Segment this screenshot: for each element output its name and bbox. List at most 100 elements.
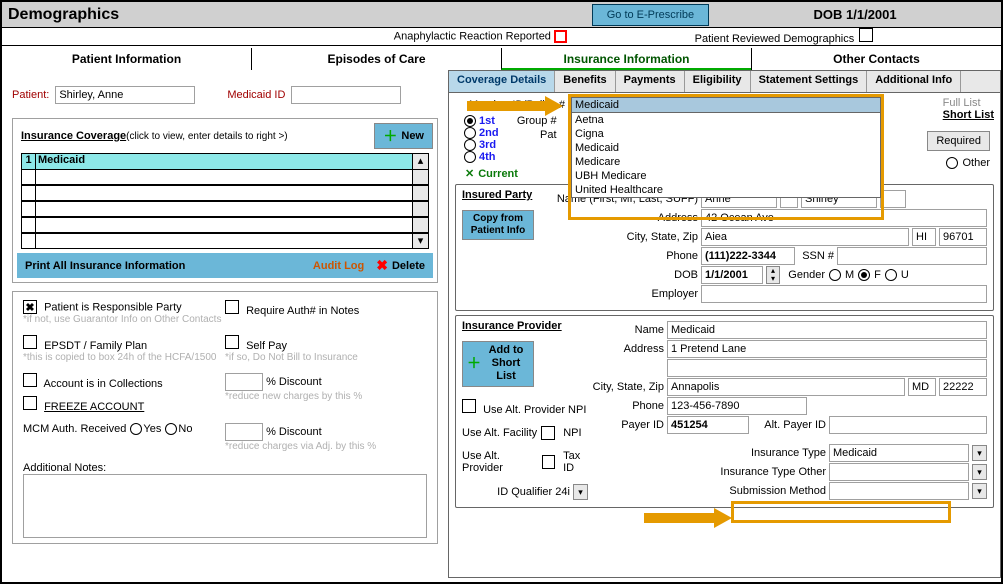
insurance-row[interactable] [21,185,429,201]
additional-notes-input[interactable] [23,474,427,538]
required-button[interactable]: Required [927,131,990,151]
alt-provider-checkbox[interactable] [542,455,555,469]
mcm-yes-radio[interactable] [130,423,142,435]
insurance-option[interactable]: United Healthcare [572,183,880,197]
date-stepper-icon[interactable]: ▴▾ [766,266,780,284]
prov-name-input[interactable] [667,321,987,339]
add-to-short-list-button[interactable]: ＋Add to Short List [462,341,534,387]
full-list-link[interactable]: Full List [943,97,994,109]
insurance-row[interactable] [21,217,429,233]
prov-address-label: Address [592,343,664,355]
ip-dob-input[interactable] [701,266,763,284]
insurance-select[interactable]: Medicaid [571,97,881,113]
insurance-row[interactable]: 1 Medicaid ▴ [21,153,429,169]
insured-party-box: Insured Party Copy from Patient Info Nam… [455,184,994,311]
payer-id-input[interactable] [667,416,749,434]
epsdt-checkbox[interactable] [23,335,37,349]
id-qualifier-dropdown[interactable]: ▾ [573,484,588,500]
alt-facility-checkbox[interactable] [541,426,555,440]
gender-f-radio[interactable] [858,269,870,281]
prov-state-input[interactable] [908,378,936,396]
mcm-label: MCM Auth. Received [23,423,126,435]
alt-provider-npi-checkbox[interactable] [462,399,476,413]
insurance-option[interactable]: Medicaid [572,141,880,155]
prov-address2-input[interactable] [667,359,987,377]
prov-zip-input[interactable] [939,378,987,396]
dropdown-icon[interactable]: ▾ [972,483,987,499]
patient-name-input[interactable] [55,86,195,104]
subtab-eligibility[interactable]: Eligibility [685,71,751,92]
collections-checkbox[interactable] [23,373,37,387]
short-list-link[interactable]: Short List [943,109,994,121]
zip-input[interactable] [939,228,987,246]
responsible-party-checkbox[interactable]: ✖ [23,300,37,314]
phone-input[interactable] [701,247,795,265]
order-4th-radio[interactable] [464,151,476,163]
freeze-label: FREEZE ACCOUNT [44,401,144,413]
tab-other-contacts[interactable]: Other Contacts [751,48,1001,70]
order-3rd-radio[interactable] [464,139,476,151]
gender-u-radio[interactable] [885,269,897,281]
submission-method-select[interactable] [829,482,969,500]
taxid-label: Tax ID [563,450,592,474]
insurance-row[interactable] [21,169,429,185]
insurance-type-other-select[interactable] [829,463,969,481]
insurance-type-select[interactable] [829,444,969,462]
go-to-eprescribe-button[interactable]: Go to E-Prescribe [592,4,709,26]
notes-label: Additional Notes: [23,462,427,474]
copy-from-patient-button[interactable]: Copy from Patient Info [462,210,534,240]
print-insurance-button[interactable]: Print All Insurance Information [25,260,185,272]
mcm-no-radio[interactable] [165,423,177,435]
employer-input[interactable] [701,285,987,303]
order-1st-radio[interactable] [464,115,476,127]
subtab-additional-info[interactable]: Additional Info [867,71,961,92]
subtab-payments[interactable]: Payments [616,71,685,92]
require-auth-checkbox[interactable] [225,300,239,314]
ssn-input[interactable] [837,247,987,265]
suffix-input[interactable] [880,190,906,208]
selfpay-label: Self Pay [246,340,287,352]
subtab-coverage-details[interactable]: Coverage Details [449,71,555,92]
scroll-up-icon[interactable]: ▴ [412,154,428,169]
gender-m-radio[interactable] [829,269,841,281]
address-input[interactable] [701,209,987,227]
order-2nd-radio[interactable] [464,127,476,139]
subtab-statement-settings[interactable]: Statement Settings [751,71,868,92]
other-option[interactable]: Other [945,157,990,169]
prov-csz-label: City, State, Zip [592,381,664,393]
new-insurance-button[interactable]: ＋ New [374,123,433,149]
gender-label: Gender [783,269,825,281]
insurance-option[interactable]: Cigna [572,127,880,141]
insurance-row[interactable]: ▾ [21,233,429,249]
delete-insurance-button[interactable]: ✖ Delete [376,257,425,274]
dob-label: DOB [548,269,698,281]
scroll-down-icon[interactable]: ▾ [412,234,428,248]
tab-patient-info[interactable]: Patient Information [2,48,251,70]
subtab-benefits[interactable]: Benefits [555,71,615,92]
tab-episodes[interactable]: Episodes of Care [251,48,501,70]
discount2-input[interactable] [225,423,263,441]
audit-log-link[interactable]: Audit Log [313,260,364,272]
selfpay-checkbox[interactable] [225,335,239,349]
prov-address-input[interactable] [667,340,987,358]
insurance-option[interactable]: UBH Medicare [572,169,880,183]
discount1-input[interactable] [225,373,263,391]
hint-text: *reduce charges via Adj. by this % [225,441,427,452]
prov-city-input[interactable] [667,378,905,396]
prov-phone-input[interactable] [667,397,807,415]
reviewed-checkbox[interactable] [859,28,873,42]
insurance-option[interactable]: Medicare [572,155,880,169]
insurance-option[interactable]: Aetna [572,113,880,127]
dropdown-icon[interactable]: ▾ [972,464,987,480]
dropdown-icon[interactable]: ▾ [972,445,987,461]
alt-payer-id-input[interactable] [829,416,987,434]
collections-label: Account is in Collections [43,378,162,390]
tab-insurance-info[interactable]: Insurance Information [501,48,751,70]
city-input[interactable] [701,228,909,246]
insurance-row[interactable] [21,201,429,217]
anaphylactic-checkbox[interactable] [554,30,567,43]
plus-icon: ＋ [383,126,397,146]
state-input[interactable] [912,228,936,246]
freeze-checkbox[interactable] [23,396,37,410]
medicaid-id-input[interactable] [291,86,401,104]
